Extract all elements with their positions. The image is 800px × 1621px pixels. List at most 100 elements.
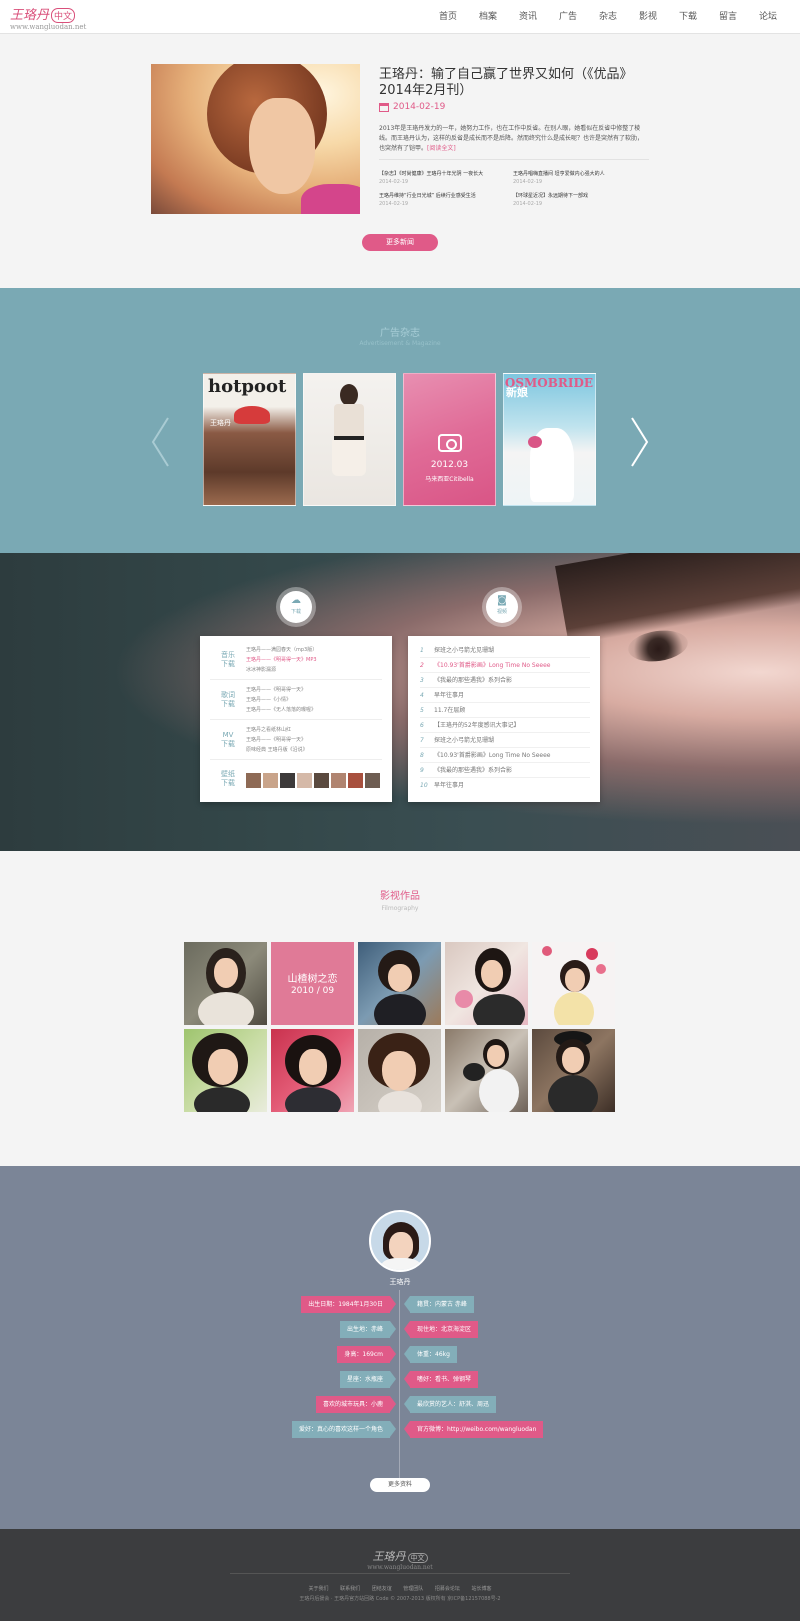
magazine-cover[interactable]: COSMOBRIDE 新娘 bbox=[503, 373, 596, 506]
photo-face bbox=[249, 98, 315, 194]
footer-link[interactable]: 团结友谊 bbox=[372, 1586, 392, 1592]
news-item-title: 【杂志】《时尚健康》王珞丹十年光阴 一夜长大 bbox=[379, 171, 484, 177]
footer: 王珞丹 中文 www.wangluodan.net 关于我们 联系我们 团结友谊 … bbox=[0, 1529, 800, 1621]
chevron-right-icon[interactable] bbox=[630, 416, 650, 468]
news-list-item[interactable]: 王珞丹维持“行业日光城” 后续行业感受生活 2014-02-19 bbox=[379, 192, 509, 208]
ranking-item[interactable]: 6 【王珞丹的52年度感讯大事记】 bbox=[420, 718, 590, 733]
nav-item-magazines[interactable]: 杂志 bbox=[588, 0, 628, 34]
film-feature-tile[interactable]: 山楂树之恋 2010 / 09 bbox=[271, 942, 354, 1025]
ranking-item[interactable]: 1 探班之小弓箭尤见珊瑚 bbox=[420, 643, 590, 658]
download-link[interactable]: 王珞丹——《小情》 bbox=[246, 695, 316, 705]
read-more-link[interactable]: [阅读全文] bbox=[427, 145, 456, 152]
wallpaper-thumb[interactable] bbox=[280, 773, 295, 788]
rank-number: 2 bbox=[420, 662, 424, 669]
avatar[interactable] bbox=[369, 1210, 431, 1272]
nav-item-profile[interactable]: 档案 bbox=[468, 0, 508, 34]
ranking-item[interactable]: 7 探班之小弓箭尤见珊瑚 bbox=[420, 733, 590, 748]
news-summary: 2013年是王珞丹发力的一年，她努力工作，也在工作中反省。在别人眼，她看似在反省… bbox=[379, 124, 647, 154]
film-tile[interactable] bbox=[184, 1029, 267, 1112]
download-link[interactable]: 王珞丹之看纸林山红 bbox=[246, 725, 308, 735]
category-label[interactable]: 歌词 下载 bbox=[216, 691, 240, 709]
film-feature-title: 山楂树之恋 bbox=[287, 974, 338, 985]
news-list-item[interactable]: 【环球星近况】永远期待下一部戏 2014-02-19 bbox=[513, 192, 643, 208]
download-link[interactable]: 冰冰神影漏源 bbox=[246, 665, 317, 675]
footer-link[interactable]: 管理团队 bbox=[403, 1586, 423, 1592]
film-tile[interactable] bbox=[445, 942, 528, 1025]
wallpaper-thumb[interactable] bbox=[365, 773, 380, 788]
rank-title: 探班之小弓箭尤见珊瑚 bbox=[434, 737, 495, 744]
film-tile[interactable] bbox=[358, 942, 441, 1025]
download-badge-inner: ☁ 下载 bbox=[280, 591, 312, 623]
wallpaper-thumb[interactable] bbox=[314, 773, 329, 788]
calendar-icon bbox=[379, 102, 389, 112]
chevron-left-icon[interactable] bbox=[150, 416, 170, 468]
nav-item-ads[interactable]: 广告 bbox=[548, 0, 588, 34]
nav-item-news[interactable]: 资讯 bbox=[508, 0, 548, 34]
download-link[interactable]: 原味经典 王珞丹版《沿说》 bbox=[246, 745, 308, 755]
weibo-link[interactable]: 官方微博：http://weibo.com/wangluodan bbox=[403, 1421, 544, 1438]
footer-logo[interactable]: 王珞丹 中文 www.wangluodan.net bbox=[0, 1545, 800, 1571]
news-headline[interactable]: 王珞丹：输了自己赢了世界又如何（《优品》2014年2月刊） bbox=[379, 67, 639, 99]
category-label-line: 壁纸 bbox=[221, 770, 235, 778]
category-label[interactable]: 壁纸 下载 bbox=[216, 770, 240, 788]
news-section: 王珞丹：输了自己赢了世界又如何（《优品》2014年2月刊） 2014-02-19… bbox=[0, 34, 800, 288]
news-list-item[interactable]: 王珞丹唱嗨直播间 坦亨爱做内心强大的人 2014-02-19 bbox=[513, 170, 643, 186]
footer-link[interactable]: 关于我们 bbox=[308, 1586, 328, 1592]
download-panel: 音乐 下载 王珞丹——满园春天（mp3版） 王珞丹——《明哥得一天》MP3 冰冰神… bbox=[200, 636, 392, 802]
magazine-cover[interactable]: 2012.03 马来西亚Citibella bbox=[403, 373, 496, 506]
ranking-item[interactable]: 8 《10.93'首爵影画》Long Time No Seeee bbox=[420, 748, 590, 763]
footer-link[interactable]: 站长博客 bbox=[472, 1586, 492, 1592]
issue-number: 2012.03 bbox=[430, 460, 469, 470]
more-news-button[interactable]: 更多新闻 bbox=[362, 234, 438, 251]
ranking-item[interactable]: 3 《我最的那些遇我》系列合影 bbox=[420, 673, 590, 688]
wallpaper-thumb[interactable] bbox=[331, 773, 346, 788]
news-list-item[interactable]: 【杂志】《时尚健康》王珞丹十年光阴 一夜长大 2014-02-19 bbox=[379, 170, 509, 186]
download-link[interactable]: 王珞丹——《无人落落的曝喔》 bbox=[246, 705, 316, 715]
ranking-item[interactable]: 10 早年往事月 bbox=[420, 778, 590, 793]
tile-face bbox=[487, 1045, 505, 1067]
film-tile[interactable] bbox=[532, 1029, 615, 1112]
ranking-item[interactable]: 2 《10.93'首爵影画》Long Time No Seeee bbox=[420, 658, 590, 673]
news-photo[interactable] bbox=[151, 64, 360, 214]
news-summary-text: 2013年是王珞丹发力的一年，她努力工作，也在工作中反省。在别人眼，她看似在反省… bbox=[379, 125, 644, 152]
download-badge-label: 下载 bbox=[290, 609, 301, 615]
wallpaper-thumb[interactable] bbox=[348, 773, 363, 788]
site-logo[interactable]: 王珞丹 中文 www.wangluodan.net bbox=[10, 4, 86, 31]
nav-item-guestbook[interactable]: 留言 bbox=[708, 0, 748, 34]
footer-link[interactable]: 招募会论坛 bbox=[435, 1586, 460, 1592]
cover-side-text: 王珞丹 bbox=[210, 419, 231, 427]
download-link[interactable]: 王珞丹——《明哥得一天》MP3 bbox=[246, 655, 317, 665]
rank-number: 6 bbox=[420, 722, 424, 729]
magazine-cover[interactable]: hotpoot 王珞丹 bbox=[203, 373, 296, 506]
nav-item-downloads[interactable]: 下载 bbox=[668, 0, 708, 34]
tile-face bbox=[382, 1051, 416, 1091]
footer-link[interactable]: 联系我们 bbox=[340, 1586, 360, 1592]
category-label[interactable]: 音乐 下载 bbox=[216, 651, 240, 669]
magazine-cover[interactable] bbox=[303, 373, 396, 506]
chat-bubble-icon: ◙ bbox=[497, 595, 507, 606]
ranking-item[interactable]: 9 《我最的那些遇我》系列合影 bbox=[420, 763, 590, 778]
wallpaper-thumb[interactable] bbox=[297, 773, 312, 788]
ranking-item[interactable]: 5 11.7在层顾 bbox=[420, 703, 590, 718]
category-label-line: 下载 bbox=[221, 779, 235, 787]
film-tile[interactable] bbox=[271, 1029, 354, 1112]
nav-item-home[interactable]: 首页 bbox=[428, 0, 468, 34]
film-tile[interactable] bbox=[532, 942, 615, 1025]
download-link[interactable]: 王珞丹——《明哥得一天》 bbox=[246, 685, 316, 695]
film-tile[interactable] bbox=[445, 1029, 528, 1112]
footer-logo-text: 王珞丹 bbox=[372, 1550, 406, 1563]
nav-item-forum[interactable]: 论坛 bbox=[748, 0, 788, 34]
download-link[interactable]: 王珞丹——满园春天（mp3版） bbox=[246, 645, 317, 655]
film-tile[interactable] bbox=[358, 1029, 441, 1112]
category-label[interactable]: MV 下载 bbox=[216, 731, 240, 749]
news-date-text: 2014-02-19 bbox=[393, 102, 446, 112]
download-link[interactable]: 王珞丹——《明哥得一天》 bbox=[246, 735, 308, 745]
more-profile-button[interactable]: 更多资料 bbox=[370, 1478, 430, 1492]
film-tile[interactable] bbox=[184, 942, 267, 1025]
ranking-item[interactable]: 4 早年往事月 bbox=[420, 688, 590, 703]
download-group-lyrics: 歌词 下载 王珞丹——《明哥得一天》 王珞丹——《小情》 王珞丹——《无人落落的曝… bbox=[210, 682, 382, 720]
nav-item-films[interactable]: 影视 bbox=[628, 0, 668, 34]
tile-shirt bbox=[473, 994, 525, 1025]
wallpaper-thumb[interactable] bbox=[246, 773, 261, 788]
wallpaper-thumb[interactable] bbox=[263, 773, 278, 788]
